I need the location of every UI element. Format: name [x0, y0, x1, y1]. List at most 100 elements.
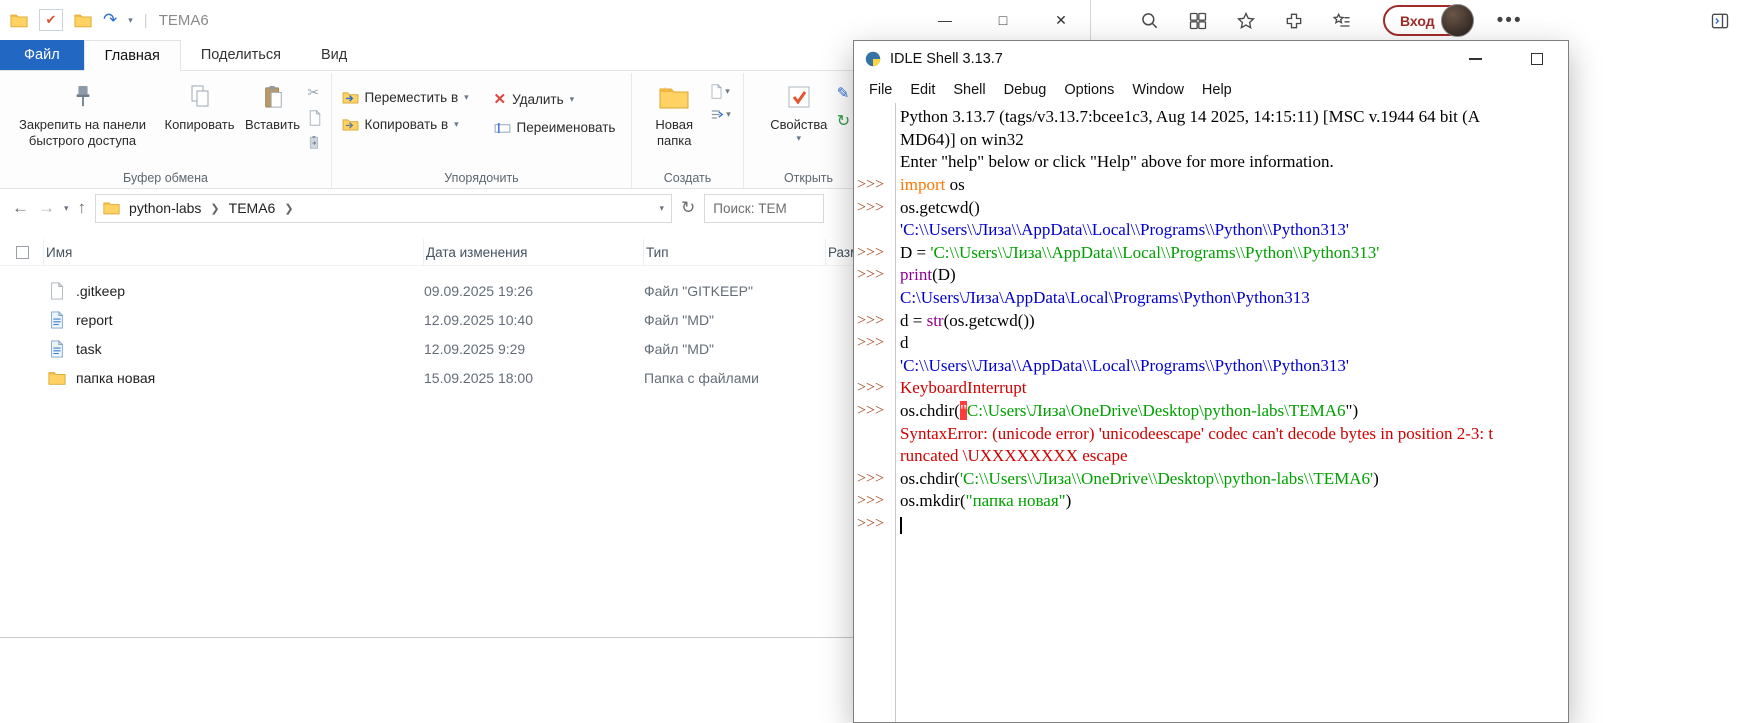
group-label-new: Создать	[632, 171, 743, 185]
idle-maximize-button[interactable]	[1506, 41, 1568, 76]
idle-line: >>>os.getcwd()	[854, 196, 1568, 219]
move-to-button[interactable]: Переместить в ▾	[342, 90, 482, 105]
qat-redo-icon[interactable]: ↷	[103, 10, 117, 30]
sidebar-toggle-icon[interactable]	[1709, 10, 1731, 32]
menu-window[interactable]: Window	[1123, 82, 1193, 98]
group-label-organize: Упорядочить	[332, 171, 631, 185]
file-name[interactable]: task	[74, 341, 424, 357]
copy-icon	[188, 80, 212, 114]
idle-line: >>>os.chdir('C:\\Users\\Лиза\\OneDrive\\…	[854, 468, 1568, 491]
menu-edit[interactable]: Edit	[901, 82, 944, 98]
pin-icon	[72, 80, 94, 114]
shell-prompt: >>>	[854, 199, 895, 217]
login-button[interactable]: Вход	[1383, 5, 1473, 36]
paste-label: Вставить	[245, 117, 300, 133]
search-icon[interactable]	[1139, 10, 1161, 32]
tab-home[interactable]: Главная	[84, 40, 181, 71]
address-dropdown-icon[interactable]: ▾	[660, 203, 665, 214]
idle-minimize-button[interactable]	[1444, 41, 1506, 76]
qat-properties-icon[interactable]: ✔	[39, 9, 63, 31]
new-folder-button[interactable]: Новая папка	[641, 75, 707, 168]
minimize-button[interactable]: —	[916, 0, 974, 40]
breadcrumb-python-labs[interactable]: python-labs	[129, 200, 201, 216]
qat-customize-chevron-icon[interactable]: ▾	[128, 15, 133, 26]
menu-help[interactable]: Help	[1193, 82, 1241, 98]
collections-icon[interactable]	[1187, 10, 1209, 32]
paste-button[interactable]: Вставить	[241, 75, 305, 168]
copy-button[interactable]: Копировать	[159, 75, 241, 168]
idle-shell-text-area[interactable]: Python 3.13.7 (tags/v3.13.7:bcee1c3, Aug…	[854, 103, 1568, 722]
idle-line: >>>d	[854, 332, 1568, 355]
refresh-icon[interactable]: ↻	[681, 198, 695, 218]
forward-button[interactable]: →	[38, 198, 55, 218]
avatar[interactable]	[1441, 4, 1474, 37]
properties-button[interactable]: Свойства ▾	[764, 75, 834, 168]
rename-button[interactable]: Переименовать	[494, 120, 622, 135]
shell-prompt: >>>	[854, 470, 895, 488]
menu-options[interactable]: Options	[1055, 82, 1123, 98]
idle-line: Python 3.13.7 (tags/v3.13.7:bcee1c3, Aug…	[854, 106, 1568, 129]
favorites-star-icon[interactable]	[1235, 10, 1257, 32]
idle-line: >>>import os	[854, 174, 1568, 197]
pin-to-quick-access-button[interactable]: Закрепить на панели быстрого доступа	[7, 75, 159, 168]
history-icon: ↻	[837, 111, 850, 131]
idle-line: 'C:\\Users\\Лиза\\AppData\\Local\\Progra…	[854, 219, 1568, 242]
tab-share[interactable]: Поделиться	[181, 40, 301, 70]
new-item-icon	[710, 84, 723, 99]
copy-to-button[interactable]: Копировать в ▾	[342, 117, 482, 132]
up-button[interactable]: ↑	[78, 198, 87, 218]
idle-titlebar[interactable]: IDLE Shell 3.13.7	[854, 41, 1568, 76]
address-bar[interactable]: python-labs ❯ ТЕМА6 ❯ ▾	[95, 194, 672, 223]
new-item-button[interactable]: ▾	[710, 84, 731, 99]
browser-toolbar: Вход •••	[1090, 0, 1743, 41]
shell-prompt: >>>	[854, 402, 895, 420]
explorer-titlebar[interactable]: ✔ ↷ ▾ | ТЕМА6 — □ ✕	[0, 0, 1090, 40]
extensions-icon[interactable]	[1283, 10, 1305, 32]
favorites-bar-icon[interactable]	[1331, 10, 1353, 32]
copy-path-button[interactable]	[308, 110, 322, 126]
properties-chevron-icon: ▾	[797, 133, 802, 144]
breadcrumb-separator-icon: ❯	[284, 202, 293, 215]
menu-debug[interactable]: Debug	[995, 82, 1056, 98]
file-name[interactable]: report	[74, 312, 424, 328]
file-name[interactable]: папка новая	[74, 370, 424, 386]
cut-button[interactable]: ✂	[308, 84, 322, 101]
easy-access-icon	[710, 108, 724, 121]
idle-line: C:\Users\Лиза\AppData\Local\Programs\Pyt…	[854, 287, 1568, 310]
delete-button[interactable]: ✕ Удалить ▾	[494, 90, 622, 108]
maximize-button[interactable]: □	[974, 0, 1032, 40]
file-name[interactable]: .gitkeep	[74, 283, 424, 299]
login-label: Вход	[1400, 13, 1435, 29]
file-date: 12.09.2025 9:29	[424, 341, 644, 357]
qat-new-folder-icon[interactable]	[74, 13, 92, 28]
close-button[interactable]: ✕	[1032, 0, 1090, 40]
properties-label: Свойства	[770, 117, 827, 133]
ribbon-group-new: Новая папка ▾ ▾ Создать	[632, 73, 744, 188]
idle-app-icon	[864, 50, 882, 68]
recent-locations-chevron-icon[interactable]: ▾	[64, 203, 69, 214]
idle-lines: Python 3.13.7 (tags/v3.13.7:bcee1c3, Aug…	[854, 106, 1568, 535]
tab-file[interactable]: Файл	[0, 40, 84, 70]
history-button[interactable]: ↻	[837, 111, 850, 131]
breadcrumb-tema6[interactable]: ТЕМА6	[229, 200, 276, 216]
search-input[interactable]: Поиск: ТЕМ	[704, 194, 824, 223]
file-type: Файл "MD"	[644, 341, 826, 357]
column-name[interactable]: Имя	[44, 239, 424, 265]
rename-icon	[494, 122, 511, 134]
edit-button[interactable]: ✎	[837, 84, 850, 102]
column-date-modified[interactable]: Дата изменения	[424, 239, 644, 265]
column-type[interactable]: Тип	[644, 239, 826, 265]
explorer-window-title: ТЕМА6	[159, 12, 209, 29]
menu-file[interactable]: File	[860, 82, 901, 98]
easy-access-button[interactable]: ▾	[710, 108, 731, 121]
paste-shortcut-button[interactable]	[308, 135, 322, 150]
tab-view[interactable]: Вид	[301, 40, 367, 70]
idle-menubar: File Edit Shell Debug Options Window Hel…	[854, 76, 1568, 103]
group-label-clipboard: Буфер обмена	[0, 171, 331, 185]
text-cursor	[900, 517, 902, 534]
back-button[interactable]: ←	[12, 198, 29, 218]
select-all-checkbox[interactable]	[0, 239, 44, 265]
menu-shell[interactable]: Shell	[944, 82, 994, 98]
shell-prompt: >>>	[854, 379, 895, 397]
more-menu-icon[interactable]: •••	[1499, 10, 1521, 32]
